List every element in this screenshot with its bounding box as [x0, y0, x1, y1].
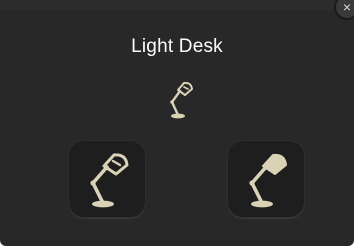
- light-desk-widget: Light Desk ×: [0, 0, 354, 246]
- close-button[interactable]: ×: [334, 0, 354, 20]
- close-icon: ×: [342, 0, 352, 15]
- desk-lamp-on-icon: [249, 153, 287, 208]
- desk-lamp-off-icon: [165, 78, 195, 120]
- lamp-off-button[interactable]: [68, 140, 146, 218]
- desk-lamp-off-icon: [90, 153, 129, 208]
- widget-title: Light Desk: [131, 36, 223, 57]
- lamp-on-button[interactable]: [227, 140, 305, 218]
